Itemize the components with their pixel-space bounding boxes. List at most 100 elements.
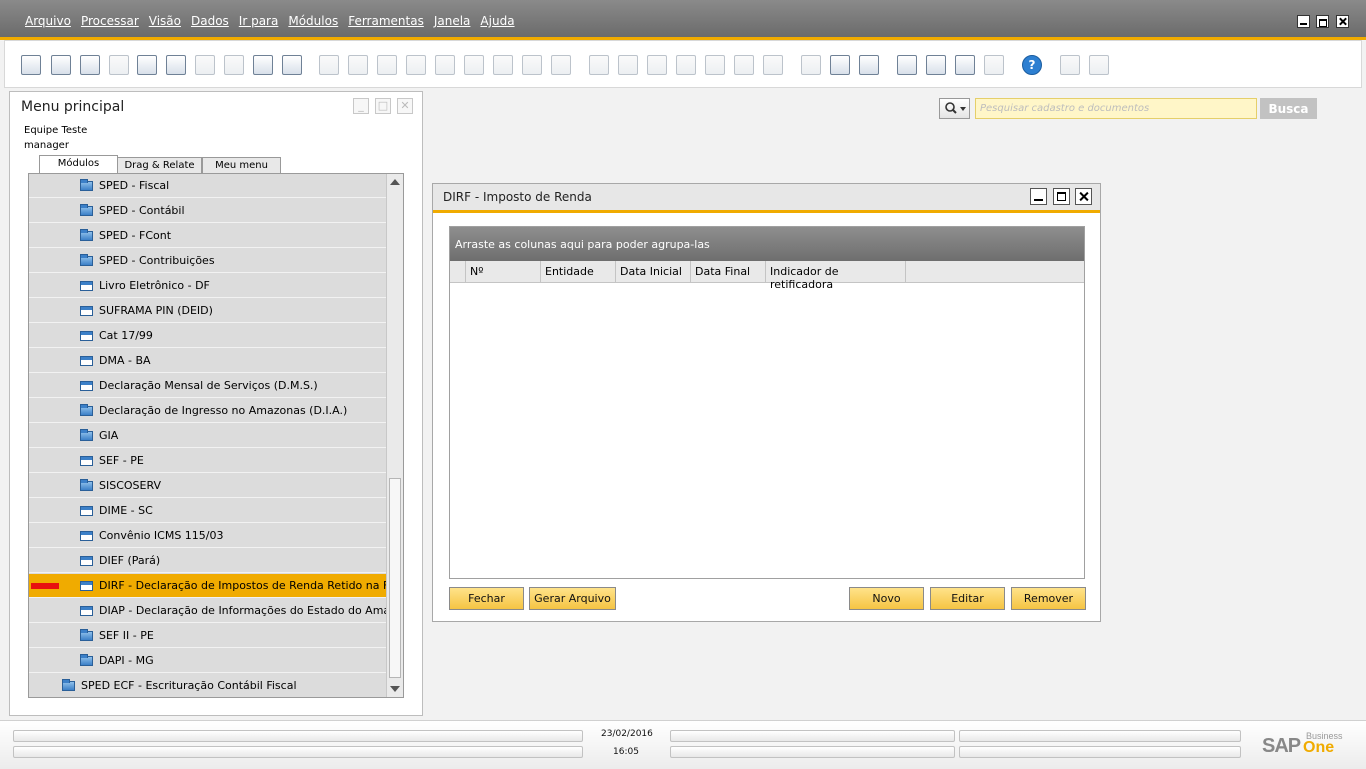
menu-ajuda[interactable]: Ajuda [480, 14, 514, 28]
fax-icon[interactable] [137, 55, 157, 75]
journal-icon[interactable] [705, 55, 725, 75]
word-export-icon[interactable] [195, 55, 215, 75]
panel-maximize-button[interactable]: □ [375, 98, 391, 114]
move-icon[interactable] [253, 55, 273, 75]
excel-export-icon[interactable] [166, 55, 186, 75]
org-chart-icon[interactable] [984, 55, 1004, 75]
filter-icon[interactable] [522, 55, 542, 75]
view-settings-icon[interactable] [763, 55, 783, 75]
last-record-icon[interactable] [464, 55, 484, 75]
refresh-icon[interactable] [493, 55, 513, 75]
previous-record-icon[interactable] [406, 55, 426, 75]
dirf-close-button[interactable] [1075, 188, 1092, 205]
calculator-icon[interactable] [1060, 55, 1080, 75]
dirf-title-bar[interactable]: DIRF - Imposto de Renda [433, 184, 1100, 213]
search-options-button[interactable] [939, 98, 970, 119]
edit-layout-icon[interactable] [801, 55, 821, 75]
menu-tree-item[interactable]: DIRF - Declaração de Impostos de Renda R… [29, 574, 403, 598]
first-record-icon[interactable] [377, 55, 397, 75]
menu-processar[interactable]: Processar [81, 14, 139, 28]
row-selector-header[interactable] [450, 261, 466, 282]
menu-tree-item[interactable]: SUFRAMA PIN (DEID) [29, 299, 386, 323]
scroll-down-icon[interactable] [390, 686, 400, 692]
menu-tree-item[interactable]: SISCOSERV [29, 474, 386, 498]
payment-icon[interactable] [676, 55, 696, 75]
menu-tree-item[interactable]: Convênio ICMS 115/03 [29, 524, 386, 548]
add-icon[interactable] [348, 55, 368, 75]
settings-icon[interactable] [830, 55, 850, 75]
sort-icon[interactable] [551, 55, 571, 75]
pdf-export-icon[interactable] [224, 55, 244, 75]
novo-button[interactable]: Novo [849, 587, 924, 610]
menu-arquivo[interactable]: Arquivo [25, 14, 71, 28]
next-record-icon[interactable] [435, 55, 455, 75]
remover-button[interactable]: Remover [1011, 587, 1086, 610]
lock-icon[interactable] [282, 55, 302, 75]
dirf-minimize-button[interactable] [1030, 188, 1047, 205]
messages-icon[interactable] [926, 55, 946, 75]
menu-modulos[interactable]: Módulos [288, 14, 338, 28]
tab-drag-relate[interactable]: Drag & Relate [117, 157, 202, 173]
tab-modulos[interactable]: Módulos [39, 155, 118, 173]
menu-tree-item[interactable]: DAPI - MG [29, 649, 386, 673]
notes-icon[interactable] [1089, 55, 1109, 75]
group-by-area[interactable]: Arraste as colunas aqui para poder agrup… [450, 227, 1084, 261]
fechar-button[interactable]: Fechar [449, 587, 524, 610]
menu-tree-item-label: DIAP - Declaração de Informações do Esta… [99, 604, 404, 617]
find-icon[interactable] [319, 55, 339, 75]
vertical-scrollbar[interactable] [386, 174, 403, 697]
busca-button[interactable]: Busca [1260, 98, 1317, 119]
search-input[interactable] [975, 98, 1257, 119]
menu-ferramentas[interactable]: Ferramentas [348, 14, 424, 28]
menu-tree-item[interactable]: SPED - Contábil [29, 199, 386, 223]
menu-tree-item[interactable]: Cat 17/99 [29, 324, 386, 348]
column-header-data-final[interactable]: Data Final [691, 261, 766, 282]
gross-profit-icon[interactable] [734, 55, 754, 75]
column-header-indicador[interactable]: Indicador de retificadora [766, 261, 906, 291]
dirf-maximize-button[interactable] [1053, 188, 1070, 205]
menu-tree-item[interactable]: SPED - Fiscal [29, 174, 386, 198]
app-close-button[interactable] [1336, 15, 1349, 28]
target-document-icon[interactable] [618, 55, 638, 75]
menu-tree-item[interactable]: DIME - SC [29, 499, 386, 523]
print-icon[interactable] [51, 55, 71, 75]
menu-janela[interactable]: Janela [434, 14, 471, 28]
checklist-icon[interactable] [897, 55, 917, 75]
panel-minimize-button[interactable]: _ [353, 98, 369, 114]
menu-tree-item[interactable]: DMA - BA [29, 349, 386, 373]
menu-tree-item[interactable]: DIEF (Pará) [29, 549, 386, 573]
app-minimize-button[interactable] [1297, 15, 1310, 28]
menu-visao[interactable]: Visão [149, 14, 181, 28]
scroll-thumb[interactable] [389, 478, 401, 678]
column-header-numero[interactable]: Nº [466, 261, 541, 282]
gerar-arquivo-button[interactable]: Gerar Arquivo [529, 587, 616, 610]
print-preview-icon[interactable] [21, 55, 41, 75]
calendar-icon[interactable] [955, 55, 975, 75]
document-flow-icon[interactable] [647, 55, 667, 75]
menu-tree-item[interactable]: Declaração de Ingresso no Amazonas (D.I.… [29, 399, 386, 423]
sap-business-one-logo: SAP Business One [1262, 731, 1352, 761]
menu-tree-item[interactable]: SEF II - PE [29, 624, 386, 648]
panel-close-button[interactable]: ✕ [397, 98, 413, 114]
menu-tree-item[interactable]: Livro Eletrônico - DF [29, 274, 386, 298]
menu-tree-item[interactable]: SEF - PE [29, 449, 386, 473]
menu-dados[interactable]: Dados [191, 14, 229, 28]
editar-button[interactable]: Editar [930, 587, 1005, 610]
menu-ir-para[interactable]: Ir para [239, 14, 279, 28]
column-header-data-inicial[interactable]: Data Inicial [616, 261, 691, 282]
menu-tree-item[interactable]: SPED ECF - Escrituração Contábil Fiscal [29, 674, 386, 697]
help-icon[interactable]: ? [1022, 55, 1042, 75]
email-icon[interactable] [80, 55, 100, 75]
base-document-icon[interactable] [589, 55, 609, 75]
menu-tree-item[interactable]: SPED - Contribuições [29, 249, 386, 273]
menu-tree-item[interactable]: SPED - FCont [29, 224, 386, 248]
tab-meu-menu[interactable]: Meu menu [202, 157, 281, 173]
app-restore-button[interactable] [1316, 15, 1329, 28]
column-header-entidade[interactable]: Entidade [541, 261, 616, 282]
menu-tree-item[interactable]: GIA [29, 424, 386, 448]
scroll-up-icon[interactable] [390, 179, 400, 185]
menu-tree-item[interactable]: Declaração Mensal de Serviços (D.M.S.) [29, 374, 386, 398]
menu-tree-item[interactable]: DIAP - Declaração de Informações do Esta… [29, 599, 403, 623]
sms-icon[interactable] [109, 55, 129, 75]
database-icon[interactable] [859, 55, 879, 75]
